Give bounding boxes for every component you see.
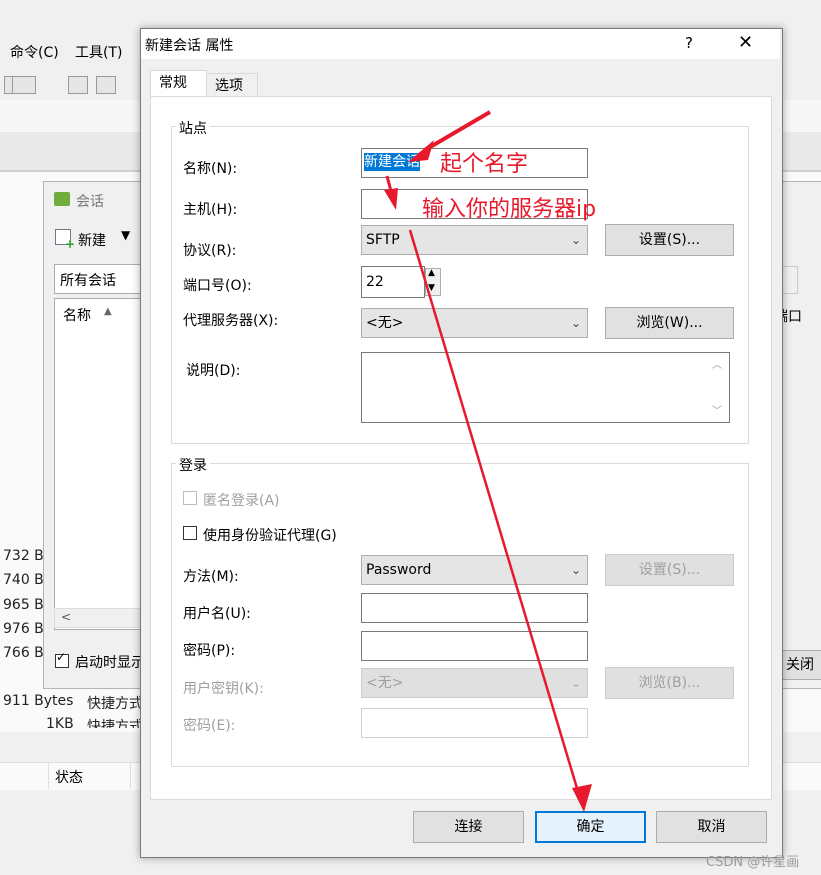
arrowhead (572, 784, 592, 812)
arrow-to-name-input (423, 110, 492, 152)
arrow-to-ok-button (408, 229, 584, 806)
arrowhead (384, 188, 398, 210)
host-hint-annotation: 输入你的服务器ip (422, 197, 597, 222)
name-hint-annotation: 起个名字 (440, 152, 529, 177)
annotation-arrows (384, 110, 592, 812)
arrowhead (408, 140, 434, 162)
watermark: CSDN @许星画 (706, 855, 800, 870)
